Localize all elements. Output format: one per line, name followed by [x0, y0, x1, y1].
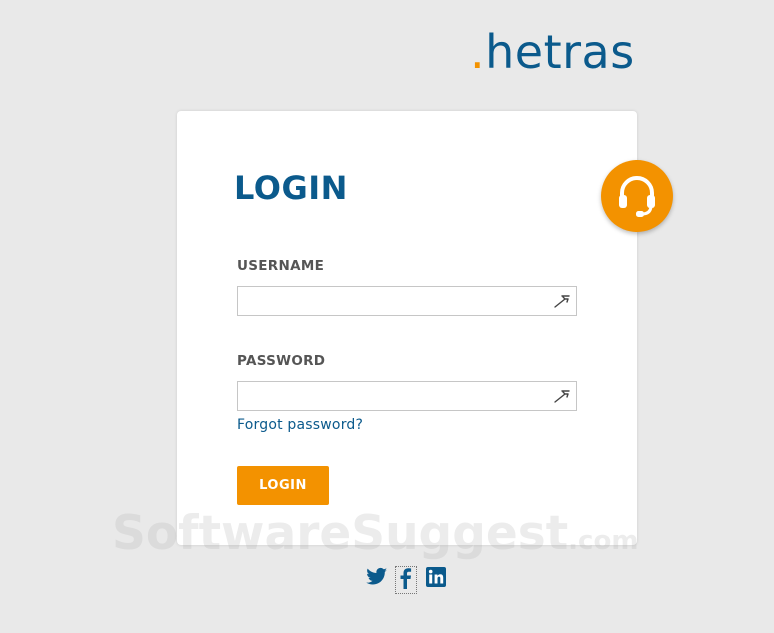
login-title: LOGIN	[234, 169, 348, 207]
support-button[interactable]	[601, 160, 673, 232]
facebook-icon	[400, 568, 412, 589]
headset-icon	[619, 176, 655, 217]
password-label: PASSWORD	[237, 353, 326, 369]
logo-text: hetras	[485, 25, 635, 79]
password-manager-key-icon[interactable]	[554, 293, 572, 309]
linkedin-link[interactable]	[426, 567, 446, 591]
forgot-password-link[interactable]: Forgot password?	[237, 417, 363, 433]
twitter-icon	[366, 567, 388, 585]
login-card: LOGIN USERNAME PASSWORD Forgot password?…	[177, 111, 637, 545]
hetras-logo: .hetras	[470, 24, 635, 80]
password-field-wrapper	[237, 381, 577, 411]
facebook-link[interactable]	[395, 566, 417, 594]
twitter-link[interactable]	[366, 567, 388, 591]
username-input[interactable]	[238, 287, 550, 313]
username-field-wrapper	[237, 286, 577, 316]
password-input[interactable]	[238, 382, 550, 408]
login-button[interactable]: LOGIN	[237, 466, 329, 505]
password-manager-key-icon[interactable]	[554, 388, 572, 404]
linkedin-icon	[426, 567, 446, 587]
username-label: USERNAME	[237, 258, 325, 274]
logo-dot: .	[470, 25, 486, 79]
